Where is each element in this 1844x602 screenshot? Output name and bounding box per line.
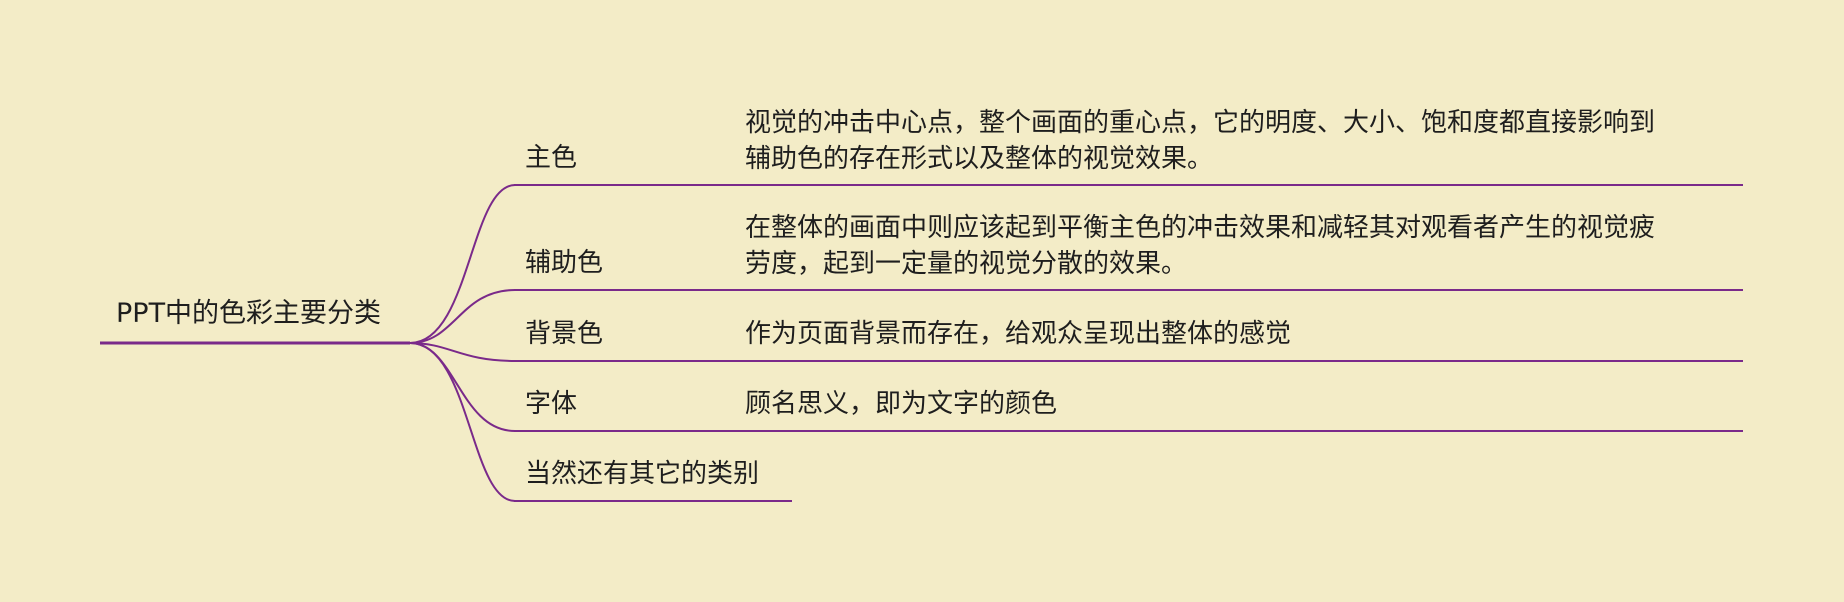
mind-map: PPT中的色彩主要分类 主色 视觉的冲击中心点，整个画面的重心点，它的明度、大小…: [0, 0, 1844, 602]
detail-line: 辅助色的存在形式以及整体的视觉效果。: [745, 144, 1214, 174]
branch-label-main-color: 主色: [525, 143, 578, 173]
connector-other: [409, 342, 516, 502]
branch-label-font-color: 字体: [525, 389, 578, 419]
detail-line: 在整体的画面中则应该起到平衡主色的冲击效果和减轻其对观看者产生的视觉疲: [745, 213, 1656, 243]
branch-detail-background-color: 作为页面背景而存在，给观众呈现出整体的感觉: [745, 319, 1292, 349]
branch-label-other: 当然还有其它的类别: [525, 459, 760, 489]
branch-label-background-color: 背景色: [525, 319, 604, 349]
connector-main-color: [409, 184, 516, 344]
branch-detail-main-color: 视觉的冲击中心点，整个画面的重心点，它的明度、大小、饱和度都直接影响到 辅助色的…: [745, 105, 1745, 177]
connector-secondary-color: [409, 289, 516, 344]
detail-line: 劳度，起到一定量的视觉分散的效果。: [745, 249, 1188, 279]
branch-detail-font-color: 顾名思义，即为文字的颜色: [745, 389, 1058, 419]
connector-font-color: [409, 342, 516, 432]
branch-detail-secondary-color: 在整体的画面中则应该起到平衡主色的冲击效果和减轻其对观看者产生的视觉疲 劳度，起…: [745, 210, 1745, 282]
branch-label-secondary-color: 辅助色: [525, 248, 604, 278]
root-topic: PPT中的色彩主要分类: [116, 298, 382, 329]
connector-background-color: [409, 342, 516, 362]
detail-line: 视觉的冲击中心点，整个画面的重心点，它的明度、大小、饱和度都直接影响到: [745, 108, 1656, 138]
